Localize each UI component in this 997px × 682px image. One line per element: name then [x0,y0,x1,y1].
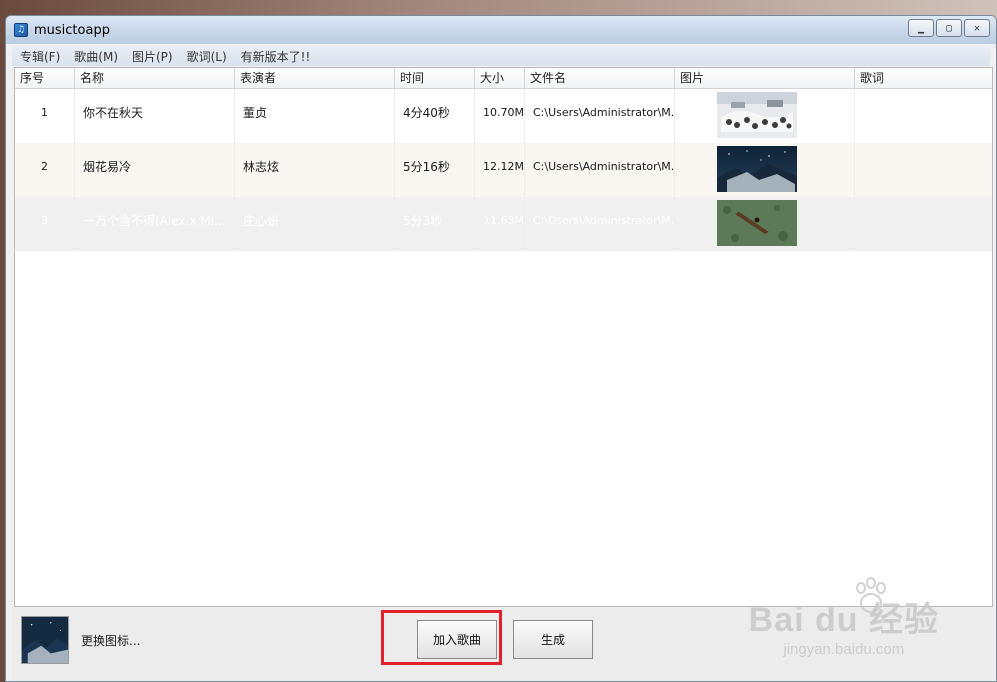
song-picture-cell[interactable] [675,197,855,251]
song-time: 5分16秒 [395,143,475,197]
title-bar[interactable]: ♫ musictoapp ▁ ▢ ✕ [6,16,996,44]
column-header-name[interactable]: 名称 [75,68,235,89]
boat-on-water-thumbnail [717,200,797,246]
column-header-size[interactable]: 大小 [475,68,525,89]
song-file: C:\Users\Administrator\M... [525,89,675,143]
baidu-watermark: Bai du 经验 jingyan.baidu.com [749,592,939,658]
app-window: ♫ musictoapp ▁ ▢ ✕ 专辑(F) 歌曲(M) 图片(P) 歌词(… [5,15,997,682]
close-button[interactable]: ✕ [964,19,990,37]
song-size: 11.63M [475,197,525,251]
song-time: 5分3秒 [395,197,475,251]
window-title: musictoapp [34,22,110,38]
client-area: 序号 名称 表演者 时间 大小 文件名 图片 歌词 1 你不在秋天 董贞 4分4… [12,67,993,681]
song-file: C:\Users\Administrator\M... [525,143,675,197]
snow-scene-thumbnail [717,92,797,138]
column-header-artist[interactable]: 表演者 [235,68,395,89]
column-header-lyrics[interactable]: 歌词 [855,68,996,89]
song-list[interactable]: 序号 名称 表演者 时间 大小 文件名 图片 歌词 1 你不在秋天 董贞 4分4… [14,67,993,607]
song-lyrics [855,89,996,143]
table-row[interactable]: 1 你不在秋天 董贞 4分40秒 10.70M C:\Users\Adminis… [15,89,992,143]
song-artist: 董贞 [235,89,395,143]
menu-bar: 专辑(F) 歌曲(M) 图片(P) 歌词(L) 有新版本了!! [12,46,990,66]
row-index: 2 [15,143,75,197]
row-index: 1 [15,89,75,143]
song-lyrics [855,143,996,197]
music-app-icon: ♫ [14,23,28,37]
menu-lyrics[interactable]: 歌词(L) [187,48,227,65]
watermark-logo: Bai du 经验 [748,601,939,639]
row-index: 3 [15,197,75,251]
app-icon-preview[interactable] [21,616,69,664]
list-header: 序号 名称 表演者 时间 大小 文件名 图片 歌词 [15,68,992,89]
column-header-time[interactable]: 时间 [395,68,475,89]
column-header-filename[interactable]: 文件名 [525,68,675,89]
song-size: 12.12M [475,143,525,197]
song-lyrics [855,197,996,251]
generate-button[interactable]: 生成 [513,620,593,659]
maximize-button[interactable]: ▢ [936,19,962,37]
song-picture-cell[interactable] [675,143,855,197]
song-file: C:\Users\Administrator\M... [525,197,675,251]
night-sky-thumbnail [717,146,797,192]
minimize-button[interactable]: ▁ [908,19,934,37]
song-artist: 庄心妍 [235,197,395,251]
table-row[interactable]: 2 烟花易冷 林志炫 5分16秒 12.12M C:\Users\Adminis… [15,143,992,197]
song-artist: 林志炫 [235,143,395,197]
song-name: 烟花易冷 [75,143,235,197]
column-header-index[interactable]: 序号 [15,68,75,89]
song-name: 你不在秋天 [75,89,235,143]
watermark-url: jingyan.baidu.com [783,641,905,658]
menu-album[interactable]: 专辑(F) [20,48,60,65]
table-row[interactable]: 3 一万个舍不得(Alex.x Mi... 庄心妍 5分3秒 11.63M C:… [15,197,992,251]
column-header-picture[interactable]: 图片 [675,68,855,89]
song-size: 10.70M [475,89,525,143]
song-picture-cell[interactable] [675,89,855,143]
song-name: 一万个舍不得(Alex.x Mi... [75,197,235,251]
add-song-button[interactable]: 加入歌曲 [417,620,497,659]
menu-song[interactable]: 歌曲(M) [74,48,118,65]
window-controls: ▁ ▢ ✕ [908,19,990,37]
menu-new-version[interactable]: 有新版本了!! [241,48,311,65]
song-time: 4分40秒 [395,89,475,143]
change-icon-link[interactable]: 更换图标... [81,632,140,649]
menu-picture[interactable]: 图片(P) [132,48,173,65]
